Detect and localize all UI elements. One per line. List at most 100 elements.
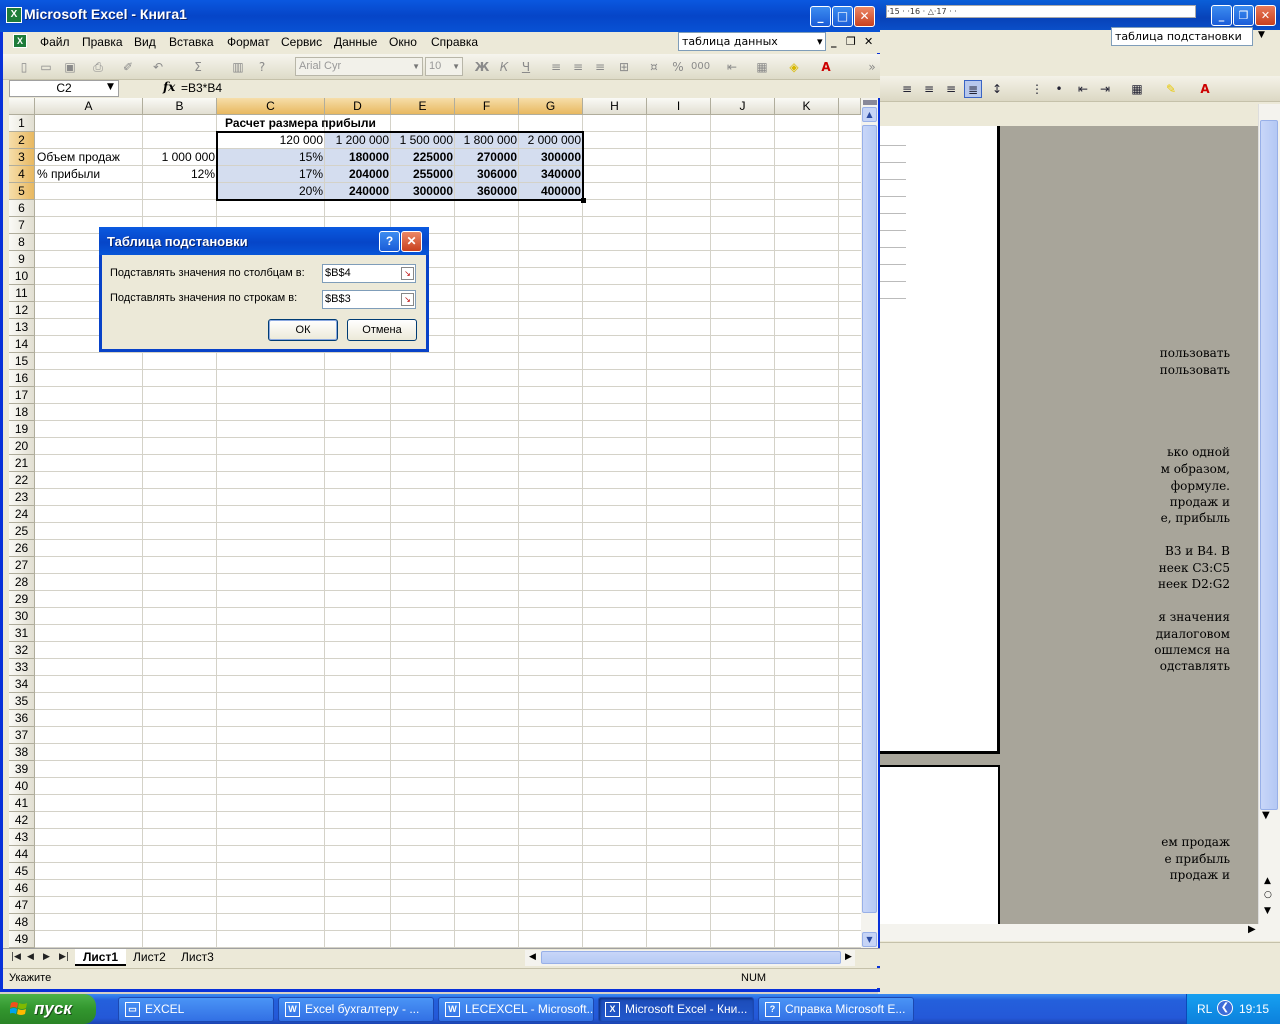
column-header-I[interactable]: I [647, 98, 711, 115]
align-right-icon[interactable]: ≡ [942, 80, 960, 98]
toolbar-options-icon[interactable]: » [863, 58, 881, 76]
row-header[interactable]: 24 [9, 506, 35, 523]
row-header[interactable]: 10 [9, 268, 35, 285]
menu-item-0[interactable]: Файл [40, 35, 70, 49]
select-all-corner[interactable] [9, 98, 35, 115]
chart-icon[interactable]: ▥ [229, 58, 247, 76]
ok-button[interactable]: ОК [268, 319, 338, 341]
menu-item-7[interactable]: Окно [389, 35, 417, 49]
row-header[interactable]: 29 [9, 591, 35, 608]
column-header-A[interactable]: A [35, 98, 143, 115]
word-horizontal-scrollbar[interactable] [878, 924, 1280, 941]
new-icon[interactable]: ▯ [15, 58, 33, 76]
insert-function-icon[interactable]: fx [163, 80, 175, 94]
row-header[interactable]: 32 [9, 642, 35, 659]
border-icon[interactable]: ▦ [1128, 80, 1146, 98]
align-center-icon[interactable]: ≡ [920, 80, 938, 98]
word-scroll-thumb[interactable] [1260, 120, 1278, 810]
next-sheet-icon[interactable]: ▶ [43, 952, 50, 962]
doc-close-button[interactable]: ✕ [864, 35, 873, 48]
column-header-C[interactable]: C [217, 98, 325, 115]
taskbar-item-0[interactable]: ▭ EXCEL [118, 997, 274, 1022]
borders-icon[interactable]: ▦ [753, 58, 771, 76]
worksheet-grid[interactable]: A B C D E F G H I J K 1 2 3 4 5 6 7 8 9 10 11 12 13 14 15 16 17 18 19… [9, 98, 861, 948]
row-header[interactable]: 6 [9, 200, 35, 217]
fill-handle[interactable] [581, 198, 586, 203]
line-spacing-icon[interactable]: ↕ [988, 80, 1006, 98]
column-header-G[interactable]: G [519, 98, 583, 115]
column-header-E[interactable]: E [391, 98, 455, 115]
menu-item-8[interactable]: Справка [431, 35, 478, 49]
menu-item-1[interactable]: Правка [82, 35, 123, 49]
select-browse-object-icon[interactable]: ○ [1264, 890, 1272, 900]
minimize-button[interactable]: _ [810, 6, 831, 27]
row-header[interactable]: 28 [9, 574, 35, 591]
row-header[interactable]: 33 [9, 659, 35, 676]
row-header[interactable]: 30 [9, 608, 35, 625]
row-header[interactable]: 31 [9, 625, 35, 642]
first-sheet-icon[interactable]: |◀ [11, 952, 21, 962]
next-page-icon[interactable]: ▼ [1264, 906, 1271, 916]
row-header[interactable]: 4 [9, 166, 35, 183]
formula-input[interactable]: =B3*B4 [181, 81, 222, 95]
dialog-help-button[interactable]: ? [379, 231, 400, 252]
maximize-button[interactable]: □ [832, 6, 853, 27]
font-size-select[interactable]: 10 ▼ [425, 57, 463, 76]
word-help-search[interactable]: таблица подстановки [1111, 27, 1253, 46]
help-dropdown-icon[interactable]: ▾ [817, 35, 823, 48]
row-header[interactable]: 20 [9, 438, 35, 455]
decrease-indent-icon[interactable]: ⇤ [1074, 80, 1092, 98]
excel-app-icon[interactable]: X [6, 7, 22, 23]
cancel-button[interactable]: Отмена [347, 319, 417, 341]
menu-item-5[interactable]: Сервис [281, 35, 322, 49]
font-color-icon[interactable]: A [1196, 80, 1214, 98]
format-painter-icon[interactable]: ✐ [119, 58, 137, 76]
name-box[interactable]: C2 [9, 80, 119, 97]
thousands-icon[interactable]: 000 [691, 58, 710, 76]
percent-icon[interactable]: % [669, 58, 687, 76]
column-header-H[interactable]: H [583, 98, 647, 115]
row-header[interactable]: 17 [9, 387, 35, 404]
help-search-input[interactable]: таблица данных [678, 32, 826, 51]
align-right-icon[interactable]: ≡ [591, 58, 609, 76]
font-name-select[interactable]: Arial Cyr ▼ [295, 57, 423, 76]
word-minimize-button[interactable]: _ [1211, 5, 1232, 26]
help-icon[interactable]: ? [253, 58, 271, 76]
italic-icon[interactable]: К [495, 58, 513, 76]
row-header[interactable]: 48 [9, 914, 35, 931]
horizontal-scrollbar[interactable]: ◀ ▶ [525, 950, 855, 966]
print-icon[interactable]: ⎙ [89, 58, 107, 76]
word-restore-button[interactable]: ❐ [1233, 5, 1254, 26]
word-help-dropdown-icon[interactable]: ▼ [1258, 30, 1265, 40]
row-header[interactable]: 23 [9, 489, 35, 506]
scroll-left-icon[interactable]: ◀ [529, 952, 536, 962]
row-header[interactable]: 37 [9, 727, 35, 744]
row-header[interactable]: 2 [9, 132, 35, 149]
cell-A3[interactable]: Объем продаж [35, 149, 122, 166]
row-header[interactable]: 41 [9, 795, 35, 812]
column-header-J[interactable]: J [711, 98, 775, 115]
doc-restore-button[interactable]: ❐ [846, 35, 856, 48]
row-header[interactable]: 36 [9, 710, 35, 727]
sheet-tab-1[interactable]: Лист1 [75, 949, 127, 966]
dialog-close-button[interactable]: ✕ [401, 231, 422, 252]
row-header[interactable]: 14 [9, 336, 35, 353]
row-header[interactable]: 8 [9, 234, 35, 251]
row-header[interactable]: 9 [9, 251, 35, 268]
tray-arrow-icon[interactable]: ❮ [1217, 1000, 1233, 1016]
row-header[interactable]: 44 [9, 846, 35, 863]
column-header-K[interactable]: K [775, 98, 839, 115]
bullets-icon[interactable]: • [1050, 80, 1068, 98]
cell-C1[interactable]: Расчет размера прибыли [223, 115, 378, 132]
row-header[interactable]: 35 [9, 693, 35, 710]
align-left-icon[interactable]: ≡ [898, 80, 916, 98]
row-header[interactable]: 46 [9, 880, 35, 897]
row-ref-collapse-icon[interactable]: ↘ [401, 293, 414, 306]
language-indicator[interactable]: RL [1197, 1002, 1212, 1016]
row-header[interactable]: 3 [9, 149, 35, 166]
word-close-button[interactable]: ✕ [1255, 5, 1276, 26]
row-header[interactable]: 25 [9, 523, 35, 540]
save-icon[interactable]: ▣ [61, 58, 79, 76]
row-header[interactable]: 7 [9, 217, 35, 234]
undo-icon[interactable]: ↶ [149, 58, 167, 76]
